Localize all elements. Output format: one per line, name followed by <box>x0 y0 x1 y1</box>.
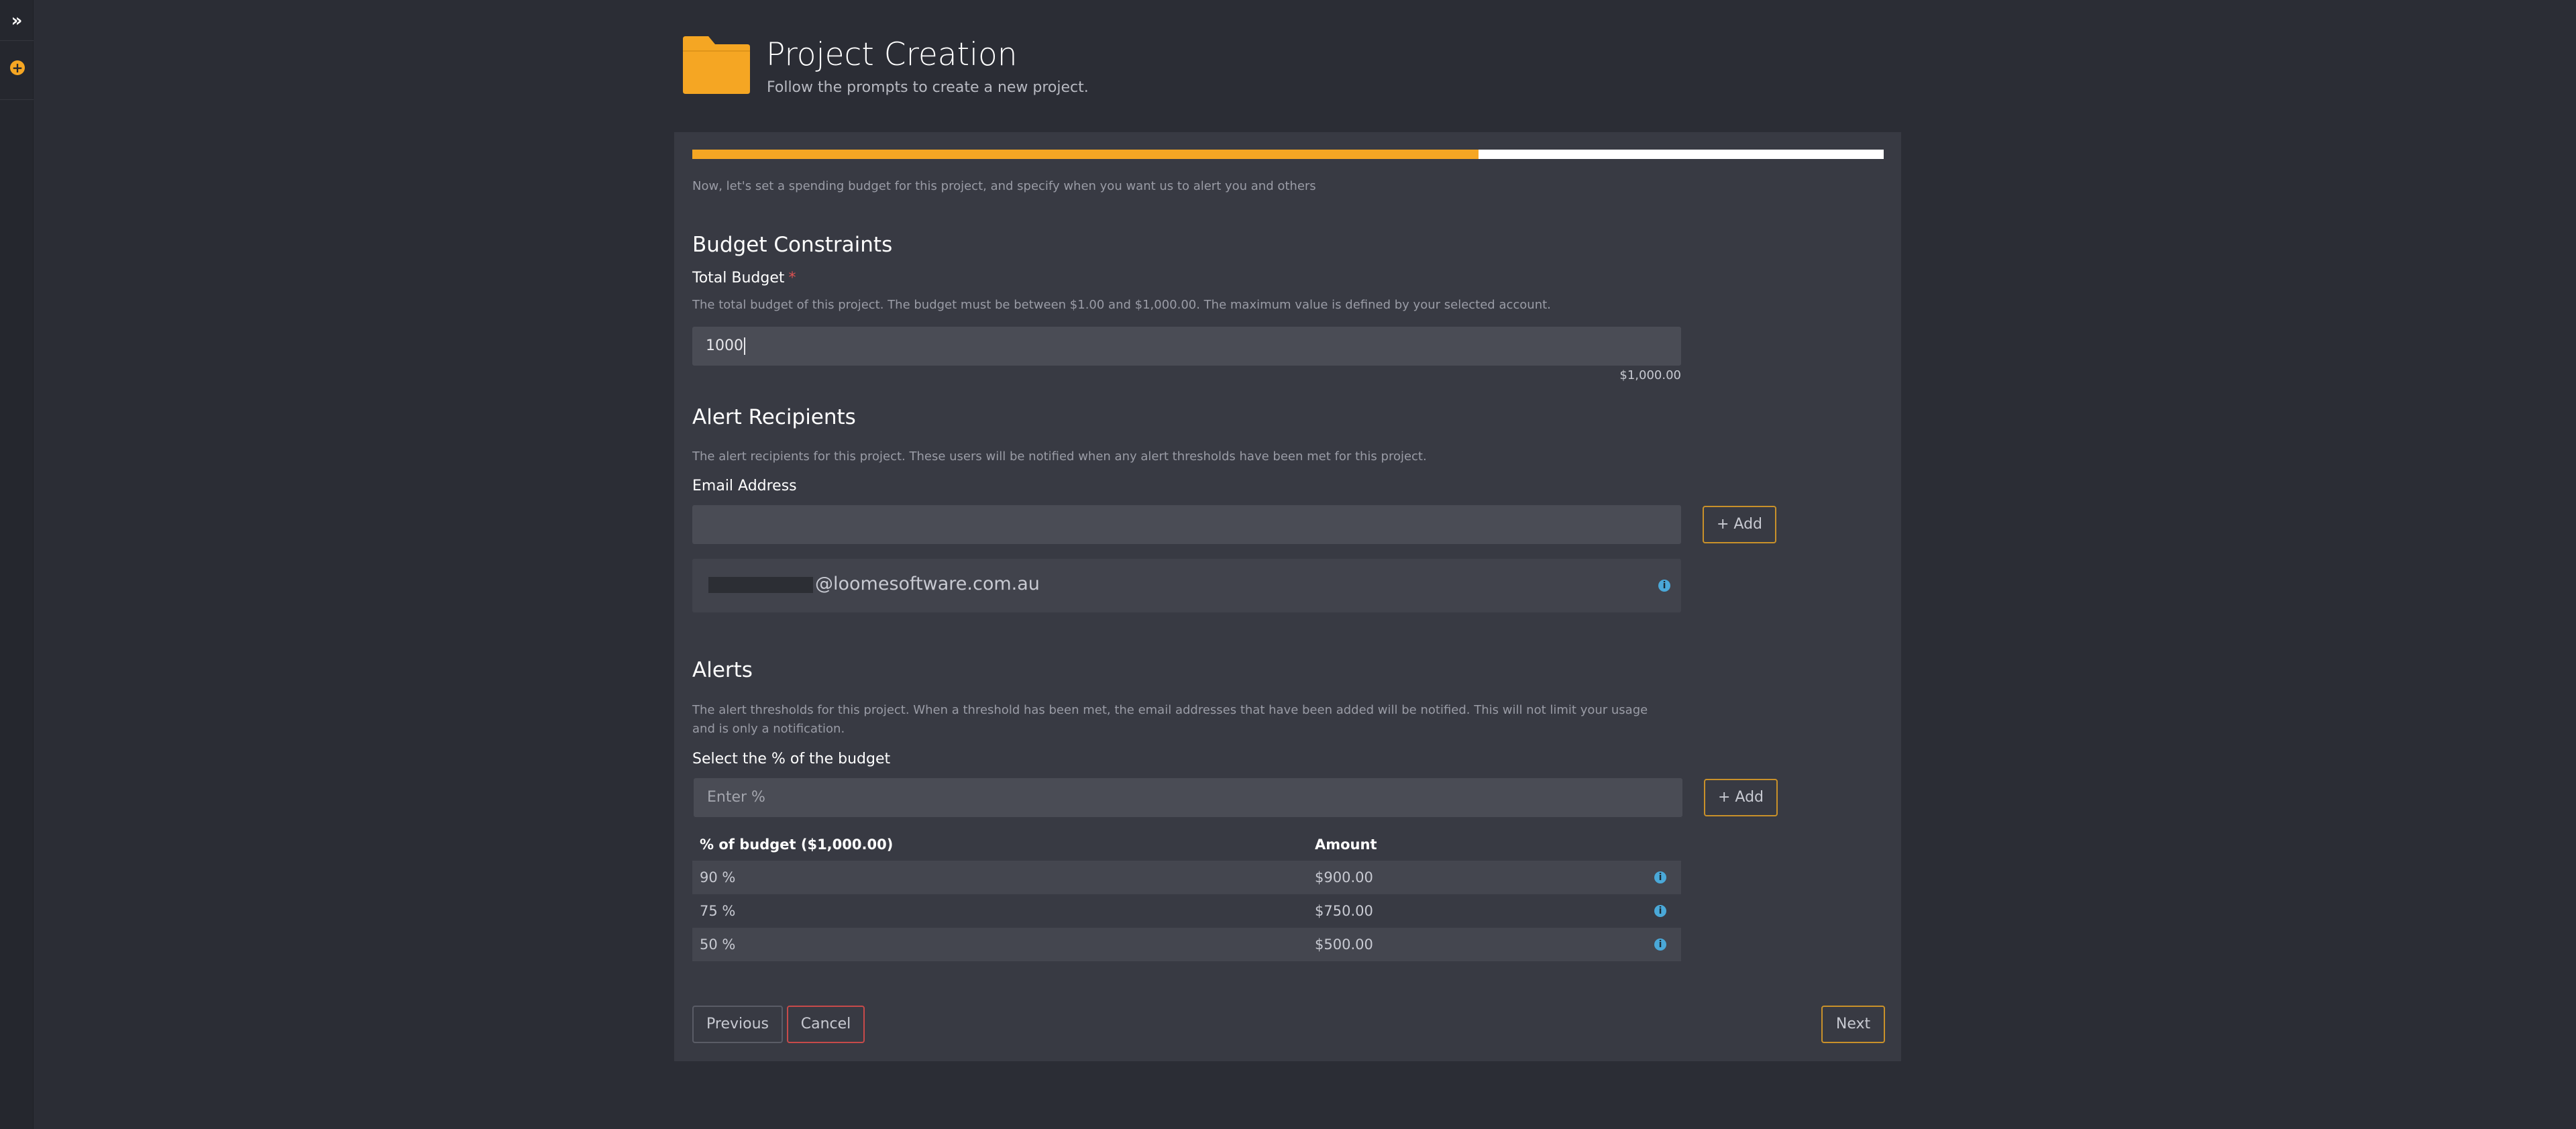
column-header-percent: % of budget ($1,000.00) <box>700 837 894 853</box>
add-threshold-button[interactable]: + Add <box>1704 779 1778 816</box>
total-budget-formatted: $1,000.00 <box>1619 368 1681 382</box>
previous-button[interactable]: Previous <box>692 1006 783 1043</box>
rail-divider <box>0 40 34 41</box>
row-percent: 75 % <box>700 903 736 919</box>
progress-bar <box>692 150 1884 159</box>
threshold-label: Select the % of the budget <box>692 751 891 767</box>
recipient-list-item: @loomesoftware.com.au i <box>692 559 1681 612</box>
side-rail: » + <box>0 0 34 1129</box>
recipient-email: @loomesoftware.com.au <box>815 574 1040 594</box>
redacted-email-name <box>708 577 813 593</box>
email-address-label: Email Address <box>692 478 797 494</box>
next-button[interactable]: Next <box>1821 1006 1885 1043</box>
threshold-percent-input[interactable]: Enter % <box>694 778 1682 817</box>
page-title: Project Creation <box>766 36 1018 73</box>
info-icon[interactable]: i <box>1654 905 1666 917</box>
recipients-section-title: Alert Recipients <box>692 405 856 429</box>
info-icon[interactable]: i <box>1654 871 1666 883</box>
step-intro: Now, let's set a spending budget for thi… <box>692 179 1316 193</box>
column-header-amount: Amount <box>1315 837 1377 853</box>
total-budget-input[interactable]: 1000 <box>692 327 1681 366</box>
total-budget-label-text: Total Budget <box>692 270 785 286</box>
recipients-help: The alert recipients for this project. T… <box>692 449 1427 464</box>
wizard-panel: Now, let's set a spending budget for thi… <box>674 132 1901 1061</box>
rail-divider <box>0 99 34 100</box>
cancel-button[interactable]: Cancel <box>787 1006 865 1043</box>
alerts-section-title: Alerts <box>692 658 753 682</box>
total-budget-help: The total budget of this project. The bu… <box>692 298 1551 312</box>
table-row: 90 % $900.00 i <box>692 861 1681 894</box>
info-icon[interactable]: i <box>1654 938 1666 951</box>
plus-circle-icon[interactable]: + <box>10 60 25 75</box>
required-marker: * <box>788 270 796 286</box>
add-email-button[interactable]: + Add <box>1703 506 1776 543</box>
folder-icon <box>683 36 750 94</box>
row-amount: $750.00 <box>1315 903 1373 919</box>
double-chevron-right-icon[interactable]: » <box>7 11 27 31</box>
total-budget-value: 1000 <box>706 337 743 354</box>
page-subtitle: Follow the prompts to create a new proje… <box>767 79 1089 96</box>
table-header: % of budget ($1,000.00) Amount <box>692 830 1681 861</box>
table-row: 50 % $500.00 i <box>692 928 1681 961</box>
email-address-input[interactable] <box>692 505 1681 544</box>
row-amount: $900.00 <box>1315 869 1373 885</box>
row-percent: 50 % <box>700 936 736 953</box>
progress-fill <box>692 150 1479 159</box>
text-caret <box>744 337 745 355</box>
row-percent: 90 % <box>700 869 736 885</box>
budget-section-title: Budget Constraints <box>692 233 893 257</box>
alerts-help: The alert thresholds for this project. W… <box>692 703 1648 736</box>
total-budget-label: Total Budget * <box>692 270 796 286</box>
table-row: 75 % $750.00 i <box>692 894 1681 928</box>
info-icon[interactable]: i <box>1658 580 1670 592</box>
row-amount: $500.00 <box>1315 936 1373 953</box>
thresholds-table: % of budget ($1,000.00) Amount 90 % $900… <box>692 830 1681 961</box>
